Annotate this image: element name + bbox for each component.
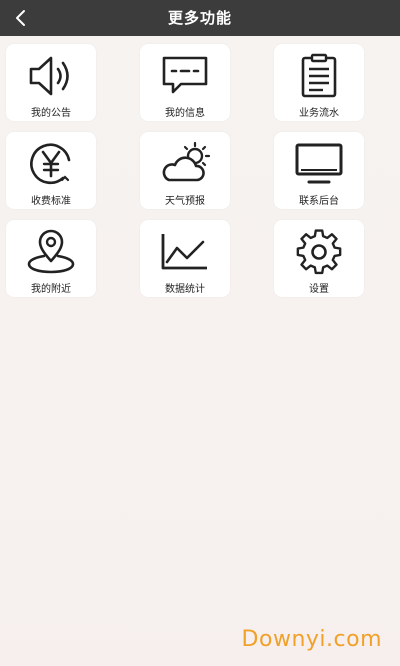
tile-contact-backend[interactable]: 联系后台 [274, 132, 364, 209]
monitor-icon [295, 143, 343, 184]
tile-settings[interactable]: 设置 [274, 220, 364, 297]
location-pin-icon [27, 229, 75, 274]
tile-statistics[interactable]: 数据统计 [140, 220, 230, 297]
tile-nearby[interactable]: 我的附近 [6, 220, 96, 297]
page-title: 更多功能 [167, 9, 232, 27]
tile-fee-standard[interactable]: 收费标准 [6, 132, 96, 209]
tile-label: 我的附近 [31, 284, 71, 295]
tile-label: 数据统计 [165, 284, 205, 295]
tile-label: 我的公告 [31, 108, 71, 119]
clipboard-icon [301, 53, 337, 98]
weather-icon [162, 141, 211, 182]
tile-label: 业务流水 [299, 108, 339, 119]
tile-label: 设置 [309, 284, 329, 295]
tile-my-info[interactable]: 我的信息 [140, 44, 230, 121]
gear-icon [296, 229, 342, 275]
tile-weather[interactable]: 天气预报 [140, 132, 230, 209]
header-bar: 更多功能 [0, 0, 400, 36]
tile-announcement[interactable]: 我的公告 [6, 44, 96, 121]
watermark: Downyi.com [241, 627, 382, 652]
tile-label: 收费标准 [31, 196, 71, 207]
message-icon [162, 56, 208, 94]
speaker-icon [29, 56, 69, 96]
yen-icon [30, 143, 71, 185]
tile-business-flow[interactable]: 业务流水 [274, 44, 364, 121]
tile-label: 我的信息 [165, 108, 205, 119]
line-chart-icon [161, 234, 207, 270]
tile-label: 天气预报 [165, 196, 205, 207]
tile-label: 联系后台 [299, 196, 339, 207]
